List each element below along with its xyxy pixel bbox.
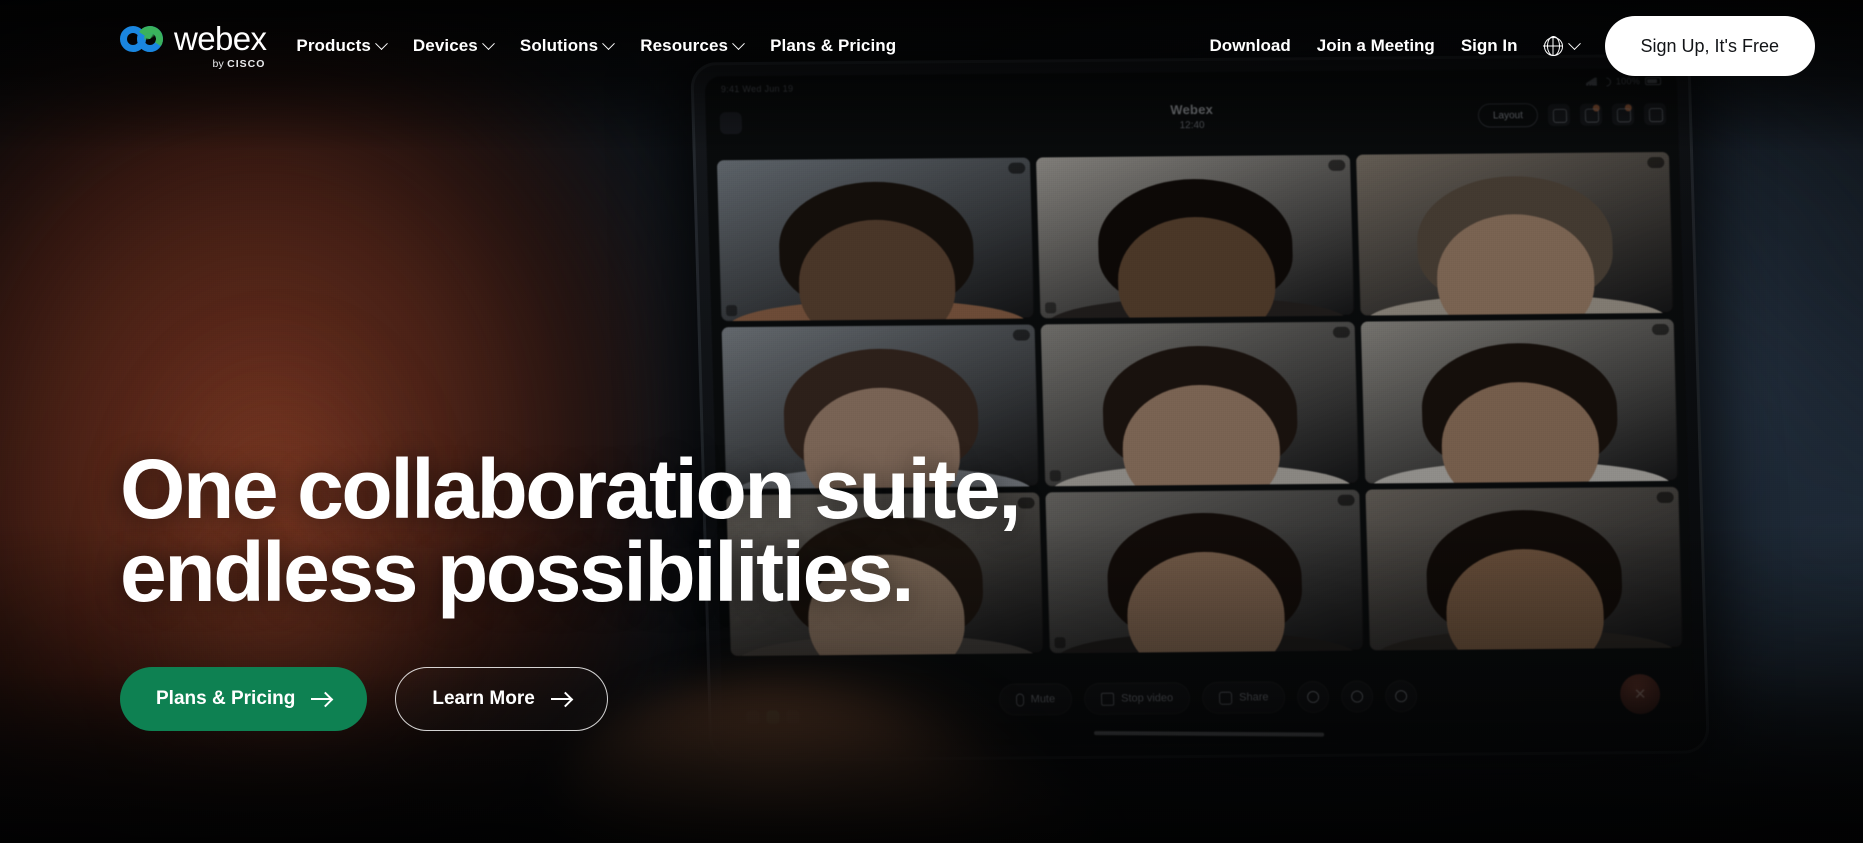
nav-item-label: Products: [296, 36, 371, 55]
arrow-right-icon: [311, 698, 332, 701]
logo-wordmark: webex: [174, 20, 267, 57]
chevron-down-icon: [602, 36, 616, 50]
headline-line-1: One collaboration suite,: [120, 442, 1022, 536]
nav-item-label: Resources: [640, 36, 729, 55]
nav-item-devices[interactable]: Devices: [412, 36, 495, 56]
chevron-down-icon: [375, 36, 388, 50]
chevron-down-icon: [1567, 36, 1581, 50]
nav-item-products[interactable]: Products: [296, 36, 388, 56]
nav-item-resources[interactable]: Resources: [640, 36, 745, 56]
globe-meridian: [1546, 35, 1560, 57]
chevron-down-icon: [482, 36, 495, 50]
logo-byline-prefix: by: [212, 58, 225, 70]
nav-util-download[interactable]: Download: [1210, 36, 1291, 56]
sign-up-button[interactable]: Sign Up, It's Free: [1604, 16, 1815, 76]
primary-navigation: Products Devices Solutions Resources Plans &…: [296, 36, 896, 56]
hero-content: One collaboration suite, endless possibi…: [120, 442, 1022, 732]
nav-item-solutions[interactable]: Solutions: [519, 36, 616, 56]
nav-util-join-a-meeting[interactable]: Join a Meeting: [1317, 36, 1435, 56]
nav-util-sign-in[interactable]: Sign In: [1461, 36, 1518, 56]
logo-byline-brand: CISCO: [227, 58, 266, 70]
nav-item-label: Plans & Pricing: [770, 36, 897, 55]
webex-rings-logo: [120, 24, 164, 54]
site-header: webex by CISCO Products Devices Solutions R…: [0, 0, 1863, 92]
globe-icon: [1543, 35, 1563, 57]
page-title: One collaboration suite, endless possibi…: [120, 442, 1022, 620]
hero-cta-group: Plans & Pricing Learn More: [120, 667, 1019, 732]
logo-byline: by CISCO: [213, 58, 266, 70]
nav-item-plans-pricing[interactable]: Plans & Pricing: [770, 36, 896, 56]
plans-and-pricing-label: Plans & Pricing: [156, 688, 296, 710]
arrow-right-icon: [550, 698, 571, 701]
headline-line-2: endless possibilities.: [120, 525, 915, 620]
logo-ring-right: [137, 25, 163, 52]
nav-item-label: Solutions: [519, 36, 599, 55]
chevron-down-icon: [732, 36, 745, 50]
utility-navigation: Download Join a Meeting Sign In Sign Up, It…: [1210, 16, 1815, 76]
webex-logo[interactable]: webex by CISCO: [120, 20, 267, 70]
language-selector[interactable]: [1543, 35, 1581, 57]
learn-more-button[interactable]: Learn More: [395, 667, 608, 732]
plans-and-pricing-button[interactable]: Plans & Pricing: [120, 667, 368, 732]
logo-row: webex: [120, 20, 267, 57]
nav-item-label: Devices: [412, 36, 478, 55]
learn-more-label: Learn More: [432, 688, 535, 710]
webex-hero-page: 9:41 Wed Jun 19 100% Webex 12:40: [0, 0, 1863, 843]
